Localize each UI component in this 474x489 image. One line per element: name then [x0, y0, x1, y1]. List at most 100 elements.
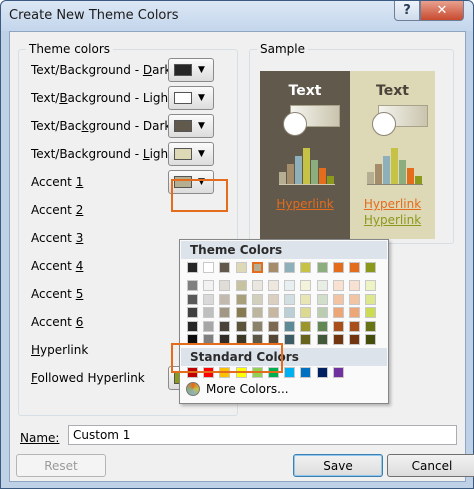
theme-color-cell[interactable] [268, 262, 279, 273]
theme-shade-cell[interactable] [203, 320, 215, 332]
sample-light-panel: Text Hyperlink Hyperlink [350, 71, 435, 239]
chevron-down-icon: ▼ [198, 149, 205, 159]
color-picker-button[interactable]: ▼ [168, 114, 214, 138]
theme-color-row-label: Accent 6 [31, 315, 84, 329]
theme-shade-cell[interactable] [284, 307, 296, 318]
theme-shade-cell[interactable] [349, 307, 360, 318]
theme-shade-cell[interactable] [187, 320, 198, 332]
theme-shade-cell[interactable] [235, 320, 247, 332]
chevron-down-icon: ▼ [198, 93, 205, 103]
close-button[interactable]: ✕ [420, 1, 464, 21]
chevron-down-icon: ▼ [198, 121, 205, 131]
dialog-client: Theme colors Sample Text/Background - Da… [9, 31, 474, 482]
sample-text-dark: Text [288, 83, 322, 99]
theme-shade-cell[interactable] [365, 280, 377, 291]
theme-shade-cell[interactable] [284, 334, 296, 345]
theme-color-cell[interactable] [365, 262, 377, 273]
standard-color-cell[interactable] [300, 367, 312, 378]
theme-shade-cell[interactable] [332, 334, 344, 345]
theme-color-cell[interactable] [219, 262, 231, 273]
sample-chart-light [367, 148, 423, 185]
theme-shade-cell[interactable] [349, 320, 360, 332]
sample-group-label: Sample [257, 42, 308, 56]
theme-shade-cell[interactable] [251, 307, 263, 318]
theme-color-cell[interactable] [187, 262, 198, 273]
theme-shade-cell[interactable] [268, 320, 279, 332]
standard-color-cell[interactable] [332, 367, 344, 378]
standard-color-cell[interactable] [316, 367, 328, 378]
theme-shade-cell[interactable] [284, 293, 296, 305]
theme-shade-cell[interactable] [365, 293, 377, 305]
theme-shade-cell[interactable] [219, 280, 231, 291]
name-label: Name: [20, 431, 59, 445]
theme-shade-cell[interactable] [300, 280, 312, 291]
help-button[interactable]: ? [394, 1, 420, 21]
theme-shade-cell[interactable] [203, 307, 215, 318]
theme-shade-cell[interactable] [349, 334, 360, 345]
theme-shade-cell[interactable] [187, 280, 198, 291]
theme-color-row-label: Text/Background - Dark 2 [31, 119, 183, 133]
theme-shade-cell[interactable] [251, 280, 263, 291]
theme-shade-cell[interactable] [332, 320, 344, 332]
theme-shade-cell[interactable] [300, 320, 312, 332]
theme-shade-cell[interactable] [219, 293, 231, 305]
theme-shade-cell[interactable] [235, 293, 247, 305]
theme-shade-cell[interactable] [251, 320, 263, 332]
theme-color-cell[interactable] [300, 262, 312, 273]
theme-shade-cell[interactable] [316, 307, 328, 318]
theme-shade-cell[interactable] [349, 293, 360, 305]
bar [279, 172, 286, 184]
theme-shade-cell[interactable] [268, 293, 279, 305]
theme-shade-cell[interactable] [284, 280, 296, 291]
theme-shade-cell[interactable] [300, 307, 312, 318]
color-picker-button[interactable]: ▼ [168, 86, 214, 110]
bar [367, 172, 374, 184]
theme-shade-cell[interactable] [332, 293, 344, 305]
theme-shade-cell[interactable] [268, 280, 279, 291]
theme-shade-cell[interactable] [203, 293, 215, 305]
theme-shade-cell[interactable] [300, 334, 312, 345]
theme-shade-cell[interactable] [300, 293, 312, 305]
theme-shade-cell[interactable] [187, 307, 198, 318]
theme-shade-cell[interactable] [235, 280, 247, 291]
theme-shade-cell[interactable] [187, 293, 198, 305]
theme-color-cell[interactable] [349, 262, 360, 273]
theme-shade-cell[interactable] [203, 280, 215, 291]
name-input[interactable] [68, 425, 457, 445]
theme-shade-cell[interactable] [365, 307, 377, 318]
accent-1-highlight [171, 179, 228, 212]
title-bar[interactable]: Create New Theme Colors ? ✕ [1, 1, 473, 31]
theme-shade-cell[interactable] [316, 293, 328, 305]
dialog-window: Create New Theme Colors ? ✕ Theme colors… [0, 0, 474, 489]
theme-color-cell[interactable] [203, 262, 215, 273]
save-button[interactable]: Save [293, 454, 383, 477]
theme-color-cell[interactable] [235, 262, 247, 273]
theme-shade-cell[interactable] [284, 320, 296, 332]
theme-shade-cell[interactable] [316, 334, 328, 345]
theme-shade-cell[interactable] [235, 307, 247, 318]
cancel-button[interactable]: Cancel [387, 454, 474, 477]
theme-shade-cell[interactable] [332, 307, 344, 318]
theme-shade-cell[interactable] [251, 293, 263, 305]
color-picker-button[interactable]: ▼ [168, 58, 214, 82]
theme-shade-cell[interactable] [365, 334, 377, 345]
theme-shade-cell[interactable] [219, 307, 231, 318]
bar [311, 160, 318, 184]
sample-circle-light [372, 112, 396, 136]
theme-color-cell[interactable] [316, 262, 328, 273]
theme-color-cell[interactable] [251, 262, 263, 273]
theme-shade-cell[interactable] [316, 280, 328, 291]
theme-color-cell[interactable] [332, 262, 344, 273]
reset-button[interactable]: Reset [16, 454, 106, 477]
theme-shade-cell[interactable] [268, 307, 279, 318]
standard-color-cell[interactable] [284, 367, 296, 378]
theme-shade-cell[interactable] [219, 320, 231, 332]
theme-shade-cell[interactable] [365, 320, 377, 332]
theme-shade-cell[interactable] [316, 320, 328, 332]
theme-shade-cell[interactable] [332, 280, 344, 291]
color-picker-button[interactable]: ▼ [168, 142, 214, 166]
more-colors-item[interactable]: More Colors... [186, 382, 289, 396]
theme-color-cell[interactable] [284, 262, 296, 273]
color-swatch [174, 64, 192, 76]
theme-shade-cell[interactable] [349, 280, 360, 291]
